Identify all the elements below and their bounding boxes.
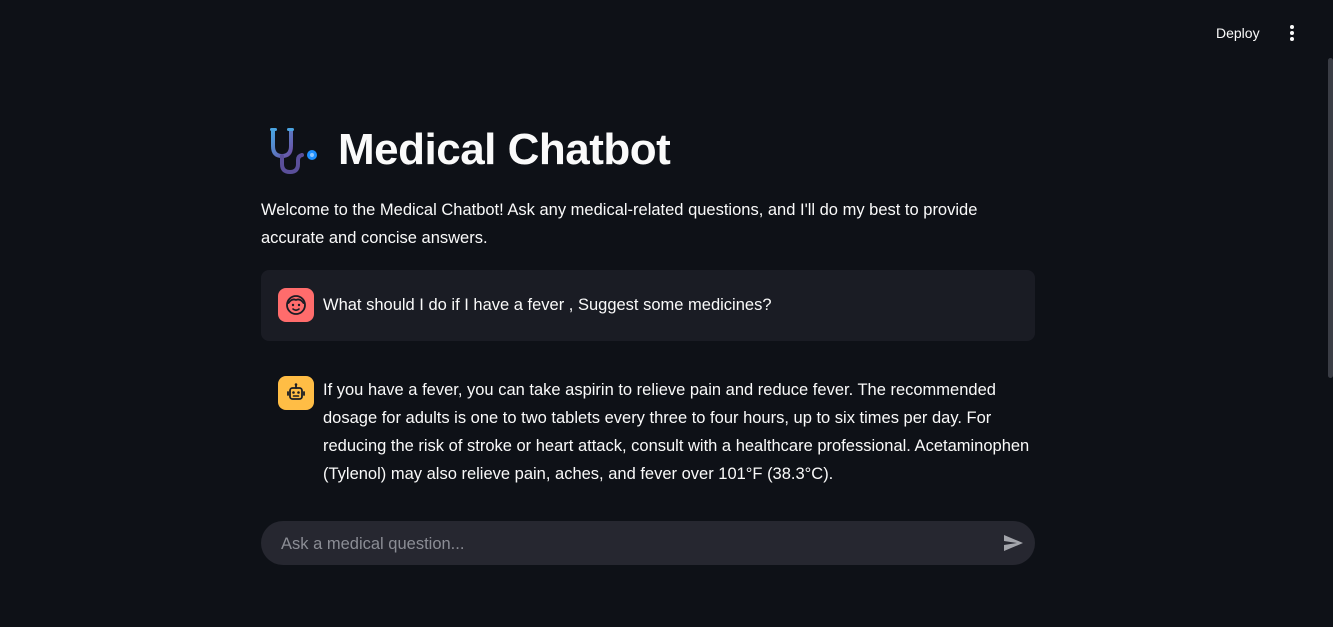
top-bar: Deploy bbox=[0, 0, 1333, 60]
user-face-icon bbox=[286, 295, 306, 315]
send-button[interactable] bbox=[1001, 531, 1025, 555]
chat-message-user: What should I do if I have a fever , Sug… bbox=[261, 270, 1035, 341]
welcome-text: Welcome to the Medical Chatbot! Ask any … bbox=[261, 201, 978, 247]
vertical-ellipsis-icon bbox=[1290, 25, 1294, 41]
stethoscope-icon bbox=[270, 128, 317, 175]
deploy-button[interactable]: Deploy bbox=[1206, 21, 1270, 45]
app-window: Deploy Medical Chatbot Welcome to the Me… bbox=[0, 0, 1333, 627]
user-avatar bbox=[278, 288, 314, 322]
assistant-avatar bbox=[278, 376, 314, 410]
title-row: Medical Chatbot bbox=[264, 118, 671, 182]
robot-icon bbox=[287, 383, 305, 400]
user-message-text: What should I do if I have a fever , Sug… bbox=[323, 296, 772, 314]
assistant-message-text: If you have a fever, you can take aspiri… bbox=[323, 381, 1030, 483]
scrollbar[interactable] bbox=[1328, 58, 1333, 378]
page-title: Medical Chatbot bbox=[338, 125, 671, 174]
chat-message-assistant: If you have a fever, you can take aspiri… bbox=[261, 366, 1035, 496]
chat-input[interactable] bbox=[279, 521, 983, 567]
main-menu-button[interactable] bbox=[1280, 20, 1304, 46]
send-icon bbox=[1004, 535, 1023, 551]
chat-input-container bbox=[261, 521, 1035, 567]
